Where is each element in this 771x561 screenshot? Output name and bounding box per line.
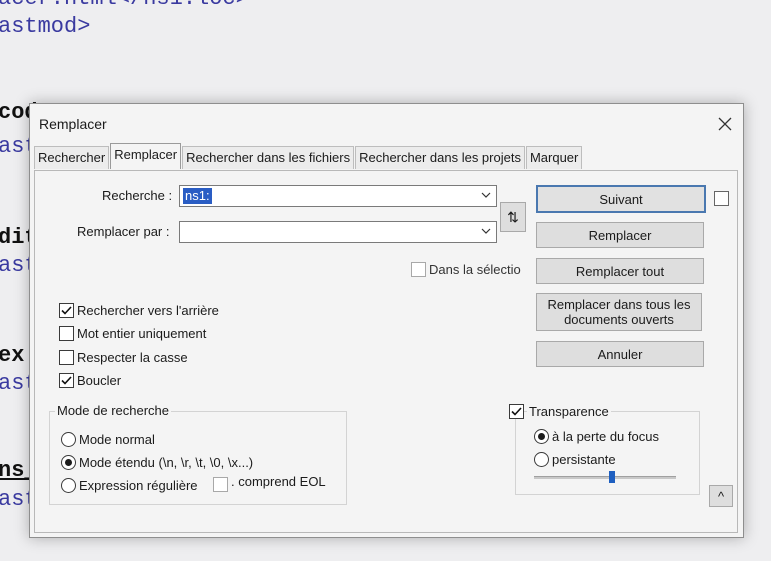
in-selection-checkbox[interactable] [411, 262, 426, 277]
editor-line: acer.html</ns1:loc> [0, 0, 249, 11]
tab-mark[interactable]: Marquer [525, 146, 583, 169]
close-icon[interactable] [717, 116, 733, 132]
tab-bar: Rechercher Remplacer Rechercher dans les… [34, 143, 583, 170]
transparency-label: Transparence [527, 404, 611, 419]
mode-normal-label: Mode normal [79, 432, 155, 447]
replace-all-button[interactable]: Remplacer tout [536, 258, 704, 284]
search-label: Recherche : [102, 188, 173, 203]
backward-checkbox[interactable] [59, 303, 74, 318]
match-case-checkbox[interactable] [59, 350, 74, 365]
tab-find[interactable]: Rechercher [34, 146, 110, 169]
replace-button[interactable]: Remplacer [536, 222, 704, 248]
replace-all-docs-button[interactable]: Remplacer dans tous les documents ouvert… [536, 293, 702, 331]
focus-loss-label: à la perte du focus [552, 429, 659, 444]
chevron-down-icon[interactable] [480, 225, 492, 237]
replace-panel: Recherche : ns1: Remplacer par : ⇅ Dans … [34, 170, 738, 533]
backward-label: Rechercher vers l'arrière [77, 303, 219, 318]
persistent-label: persistante [552, 452, 616, 467]
expand-button[interactable]: ^ [709, 485, 733, 507]
wrap-checkbox[interactable] [59, 373, 74, 388]
mode-normal-radio[interactable] [61, 432, 76, 447]
cancel-button[interactable]: Annuler [536, 341, 704, 367]
editor-line: ex [0, 343, 25, 368]
search-mode-title: Mode de recherche [55, 403, 172, 418]
chevron-down-icon[interactable] [480, 189, 492, 201]
eol-checkbox[interactable] [213, 477, 228, 492]
tab-replace[interactable]: Remplacer [110, 143, 182, 169]
persistent-radio[interactable] [534, 452, 549, 467]
editor-line: astmod> [0, 14, 91, 39]
mode-extended-label: Mode étendu (\n, \r, \t, \0, \x...) [79, 455, 254, 470]
mode-extended-radio[interactable] [61, 455, 76, 470]
transparency-slider-thumb[interactable] [609, 471, 616, 483]
match-case-label: Respecter la casse [77, 350, 188, 365]
replace-combobox[interactable] [179, 221, 497, 243]
focus-loss-radio[interactable] [534, 429, 549, 444]
transparency-checkbox[interactable] [509, 404, 524, 419]
dialog-title: Remplacer [39, 116, 107, 132]
whole-word-label: Mot entier uniquement [77, 326, 207, 341]
eol-label: . comprend EOL [231, 474, 326, 489]
replace-label: Remplacer par : [77, 224, 170, 239]
replace-dialog: Remplacer Rechercher Remplacer Recherche… [29, 103, 744, 538]
next-button[interactable]: Suivant [536, 185, 706, 213]
tab-find-in-files[interactable]: Rechercher dans les fichiers [182, 146, 355, 169]
search-value: ns1: [183, 188, 212, 204]
whole-word-checkbox[interactable] [59, 326, 74, 341]
swap-button[interactable]: ⇅ [500, 202, 526, 232]
wrap-label: Boucler [77, 373, 122, 388]
search-combobox[interactable]: ns1: [179, 185, 497, 207]
extra-checkbox[interactable] [714, 191, 729, 206]
mode-regex-label: Expression régulière [79, 478, 198, 493]
tab-find-in-projects[interactable]: Rechercher dans les projets [355, 146, 525, 169]
transparency-slider[interactable] [534, 476, 676, 479]
mode-regex-radio[interactable] [61, 478, 76, 493]
in-selection-label: Dans la sélectio [429, 262, 521, 277]
